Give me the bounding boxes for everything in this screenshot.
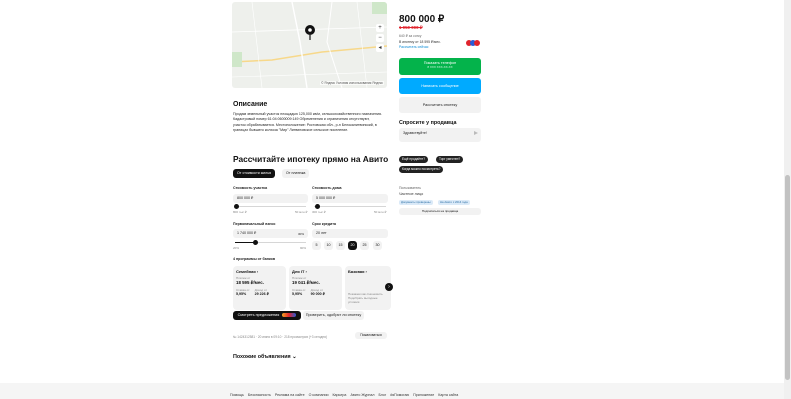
footer-link[interactable]: Безопасность (248, 393, 271, 397)
subscribe-seller-button[interactable]: Подписаться на продавца (399, 208, 481, 215)
footer-links: Помощь Безопасность Реклама на сайте О к… (230, 393, 458, 397)
house-cost-slider[interactable] (314, 204, 386, 209)
programs-label: 4 программы от банков (233, 257, 276, 261)
price: 800 000 ₽ (399, 14, 445, 25)
house-cost-input[interactable]: 5 000 000 ₽ (312, 194, 388, 203)
complain-button[interactable]: Пожаловаться (355, 332, 387, 339)
similar-listings-toggle[interactable]: Похожие объявления ⌄ (233, 354, 297, 360)
phone-mask: 8 XXX XXX-XX-XX (427, 65, 453, 69)
quick-question-selling[interactable]: Ещё продаёте? (399, 156, 428, 163)
scrollbar[interactable] (784, 0, 791, 399)
program-name: Для IT › (292, 269, 307, 274)
seller-name[interactable]: Частное лицо (399, 192, 423, 196)
down-payment-percent: 30% (298, 232, 305, 236)
land-cost-label: Стоимость участка (233, 186, 268, 190)
quick-question-viewing[interactable]: Когда можно посмотреть? (399, 166, 444, 173)
map-copyright[interactable]: © Яндекс Условия использования Яндекс (320, 81, 384, 85)
page: + − ◂ © Яндекс Условия использования Янд… (0, 0, 791, 399)
mortgage-title: Рассчитайте ипотеку прямо на Авито (233, 154, 389, 164)
term-option-25[interactable]: 25 (360, 241, 369, 250)
term-label: Срок кредита (312, 222, 337, 226)
carousel-next-icon[interactable]: › (385, 283, 393, 291)
quick-question-bargain[interactable]: Торг уместен? (436, 156, 464, 163)
map-pin-icon (305, 25, 315, 40)
program-payment: 19 041 ₽/мес. (292, 280, 320, 285)
term-option-15[interactable]: 15 (336, 241, 345, 250)
program-card-family[interactable]: Семейная › Платеж от 18 595 ₽/мес. Ставк… (233, 266, 286, 310)
installment-text: В ипотеку от 18 595 ₽/мес. (399, 40, 441, 44)
program-name: Семейная › (236, 269, 259, 274)
land-cost-input[interactable]: 800 000 ₽ (233, 194, 308, 203)
old-price: 1 050 000 ₽ (399, 25, 423, 30)
down-payment-max: 90% (300, 246, 307, 250)
description-title: Описание (233, 101, 268, 108)
term-option-30[interactable]: 30 (373, 241, 382, 250)
term-input[interactable]: 20 лет (312, 229, 388, 238)
term-option-20[interactable]: 20 (348, 241, 357, 250)
house-cost-max: 50 млн ₽ (374, 210, 387, 214)
footer-link[interactable]: Авито Журнал (350, 393, 374, 397)
bank-badges-icon (466, 40, 480, 46)
program-income: Доход от 90 000 ₽ (310, 288, 325, 296)
program-name: Базовая › (348, 269, 367, 274)
program-card-it[interactable]: Для IT › Платеж от 19 041 ₽/мес. Ставка … (289, 266, 342, 310)
toggle-by-payment[interactable]: От платежа (282, 169, 310, 178)
bank-logos-icon (282, 313, 297, 317)
description-text: Продам земельный участок площадью 125,00… (233, 112, 382, 132)
footer-link[interactable]: Приложение (413, 393, 434, 397)
zoom-in-button[interactable]: + (376, 24, 384, 32)
program-rate: Ставка от 5,95% (292, 288, 306, 296)
house-cost-min: 300 тыс ₽ (312, 210, 326, 214)
locate-icon[interactable]: ◂ (376, 44, 384, 52)
down-payment-label: Первоначальный взнос (233, 222, 276, 226)
down-payment-slider[interactable] (235, 240, 306, 245)
scrollbar-thumb[interactable] (785, 175, 790, 380)
send-icon[interactable] (474, 131, 478, 135)
land-cost-slider[interactable] (234, 204, 306, 209)
location-map[interactable]: + − ◂ © Яндекс Условия использования Янд… (232, 2, 387, 88)
badge-on-avito-since: На Авито с 2014 года (438, 200, 470, 205)
listing-meta: № 1424312581 · 20 июня в 09:10 · 218 про… (233, 335, 327, 339)
footer-link[interactable]: О компании (309, 393, 329, 397)
check-approval-button[interactable]: Проверить, одобрят ли ипотеку (303, 311, 364, 320)
footer-link[interactable]: Реклама на сайте (275, 393, 305, 397)
footer-link[interactable]: #яПомогаю (390, 393, 409, 397)
map-roads (232, 2, 387, 88)
toggle-by-cost[interactable]: От стоимости жилья (233, 169, 276, 178)
show-phone-button[interactable]: Показать телефон 8 XXX XXX-XX-XX (399, 58, 481, 75)
land-cost-max: 50 млн ₽ (295, 210, 308, 214)
footer-link[interactable]: Карьера (332, 393, 346, 397)
footer-link[interactable]: Карта сайта (438, 393, 458, 397)
down-payment-min: 20% (233, 246, 240, 250)
footer-link[interactable]: Блог (378, 393, 386, 397)
calc-mortgage-button[interactable]: Рассчитать ипотеку (399, 97, 481, 113)
footer-link[interactable]: Помощь (230, 393, 244, 397)
term-option-5[interactable]: 5 (312, 241, 321, 250)
land-cost-min: 800 тыс ₽ (233, 210, 247, 214)
down-payment-input[interactable]: 1 740 000 ₽ (233, 229, 308, 238)
term-option-10[interactable]: 10 (324, 241, 333, 250)
program-card-basic[interactable]: Базовая › Покажем как сэкономить Подобра… (345, 266, 391, 310)
ask-seller-input[interactable]: Здравствуйте! (399, 128, 481, 142)
price-per-sotka: 640 ₽ за сотку (399, 34, 422, 38)
program-rate: Ставка от 5,95% (236, 288, 250, 296)
view-offers-button[interactable]: Смотреть предложения (233, 311, 301, 320)
program-note-2: Подобрать выгодные условия (348, 296, 378, 304)
installment-link[interactable]: Рассчитать сейчас (399, 45, 428, 49)
program-payment: 18 595 ₽/мес. (236, 280, 264, 285)
zoom-out-button[interactable]: − (376, 34, 384, 42)
program-income: Доход от 29 226 ₽ (254, 288, 269, 296)
badge-docs-verified: Документы проверены (399, 200, 433, 205)
ask-seller-title: Спросите у продавца (399, 120, 457, 126)
write-message-button[interactable]: Написать сообщение (399, 78, 481, 94)
house-cost-label: Стоимость дома (312, 186, 342, 190)
seller-type: Пользователь (399, 186, 422, 190)
